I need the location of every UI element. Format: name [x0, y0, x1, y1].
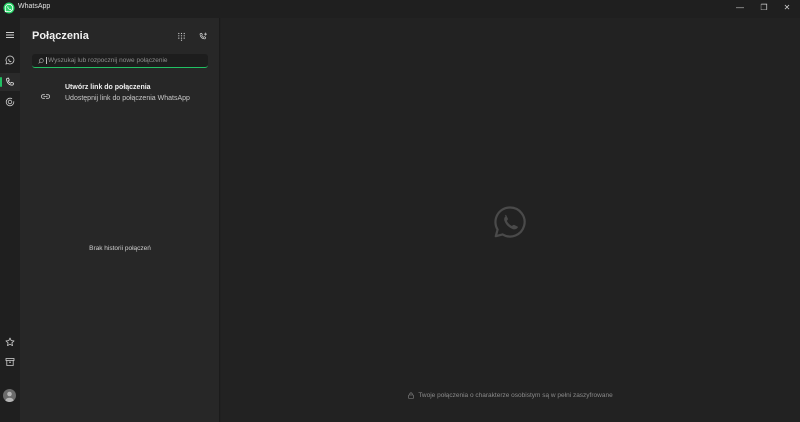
restore-icon: ❐ [760, 2, 768, 12]
new-call-button[interactable] [197, 30, 209, 42]
person-icon [5, 391, 14, 402]
chats-icon [5, 55, 15, 65]
encryption-notice: Twoje połączenia o charakterze osobistym… [221, 392, 800, 399]
dialpad-button[interactable] [175, 30, 187, 42]
menu-button[interactable] [0, 26, 20, 44]
whatsapp-logo-icon [3, 2, 15, 14]
archive-button[interactable] [0, 353, 20, 371]
calls-panel: Połączenia Utwórz link do połączenia Udo… [20, 18, 220, 422]
navigation-rail [0, 18, 20, 422]
close-icon: ✕ [783, 2, 791, 12]
status-icon [5, 97, 15, 107]
create-call-link-item[interactable]: Utwórz link do połączenia Udostępnij lin… [32, 80, 208, 112]
minimize-icon: — [736, 2, 744, 12]
chats-button[interactable] [0, 51, 20, 69]
search-input[interactable] [46, 57, 206, 64]
page-title: Połączenia [32, 30, 89, 42]
search-icon [36, 56, 45, 65]
empty-call-history-text: Brak historii połączeń [89, 245, 151, 252]
create-link-title: Utwórz link do połączenia [65, 84, 151, 91]
link-icon [37, 90, 53, 102]
status-button[interactable] [0, 93, 20, 111]
dialpad-icon [177, 32, 185, 41]
whatsapp-watermark-icon [494, 206, 526, 238]
starred-icon [5, 337, 15, 346]
app-title: WhatsApp [18, 3, 51, 10]
create-link-subtitle: Udostępnij link do połączenia WhatsApp [65, 95, 190, 102]
title-bar: WhatsApp — ❐ ✕ [0, 0, 800, 18]
menu-icon [6, 32, 14, 38]
close-button[interactable]: ✕ [774, 0, 800, 14]
main-area: Twoje połączenia o charakterze osobistym… [221, 18, 800, 422]
profile-avatar[interactable] [3, 389, 16, 402]
archive-icon [5, 358, 15, 366]
search-box [32, 54, 208, 68]
calls-button[interactable] [0, 73, 20, 91]
lock-icon [408, 392, 414, 399]
calls-icon [6, 77, 14, 86]
new-call-icon [199, 32, 207, 39]
starred-button[interactable] [0, 333, 20, 351]
encryption-notice-text: Twoje połączenia o charakterze osobistym… [418, 392, 613, 399]
minimize-button[interactable]: — [727, 0, 753, 14]
